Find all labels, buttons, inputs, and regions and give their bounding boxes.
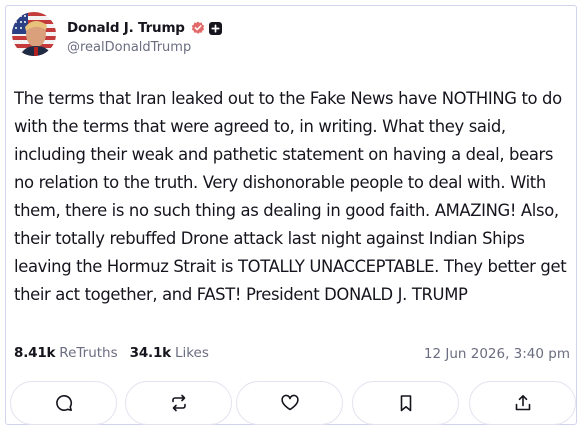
author-handle[interactable]: @realDonaldTrump [67, 40, 191, 55]
bookmark-icon [396, 393, 416, 413]
repost-icon [169, 393, 189, 413]
author-row: Donald J. Trump [67, 18, 222, 38]
post-stats: 8.41k ReTruths 34.1k Likes [14, 345, 209, 361]
post-card: Donald J. Trump @realDonaldTrump The ter… [5, 5, 577, 425]
likes-count[interactable]: 34.1k [130, 345, 171, 361]
post-timestamp[interactable]: 12 Jun 2026, 3:40 pm [424, 346, 570, 362]
author-name[interactable]: Donald J. Trump [67, 20, 185, 36]
heart-icon [280, 393, 300, 413]
post-text: The terms that Iran leaked out to the Fa… [14, 89, 567, 304]
retruths-count[interactable]: 8.41k [14, 345, 55, 361]
comment-icon [54, 393, 74, 413]
plus-badge-icon [208, 21, 222, 35]
retruths-label[interactable]: ReTruths [59, 345, 117, 361]
bookmark-button[interactable] [352, 381, 459, 425]
share-button[interactable] [469, 381, 576, 425]
retruth-button[interactable] [125, 381, 232, 425]
avatar[interactable] [12, 12, 56, 56]
verified-badge-icon [191, 21, 205, 35]
share-icon [513, 393, 533, 413]
reply-button[interactable] [10, 381, 117, 425]
likes-label[interactable]: Likes [175, 345, 209, 361]
like-button[interactable] [236, 381, 343, 425]
